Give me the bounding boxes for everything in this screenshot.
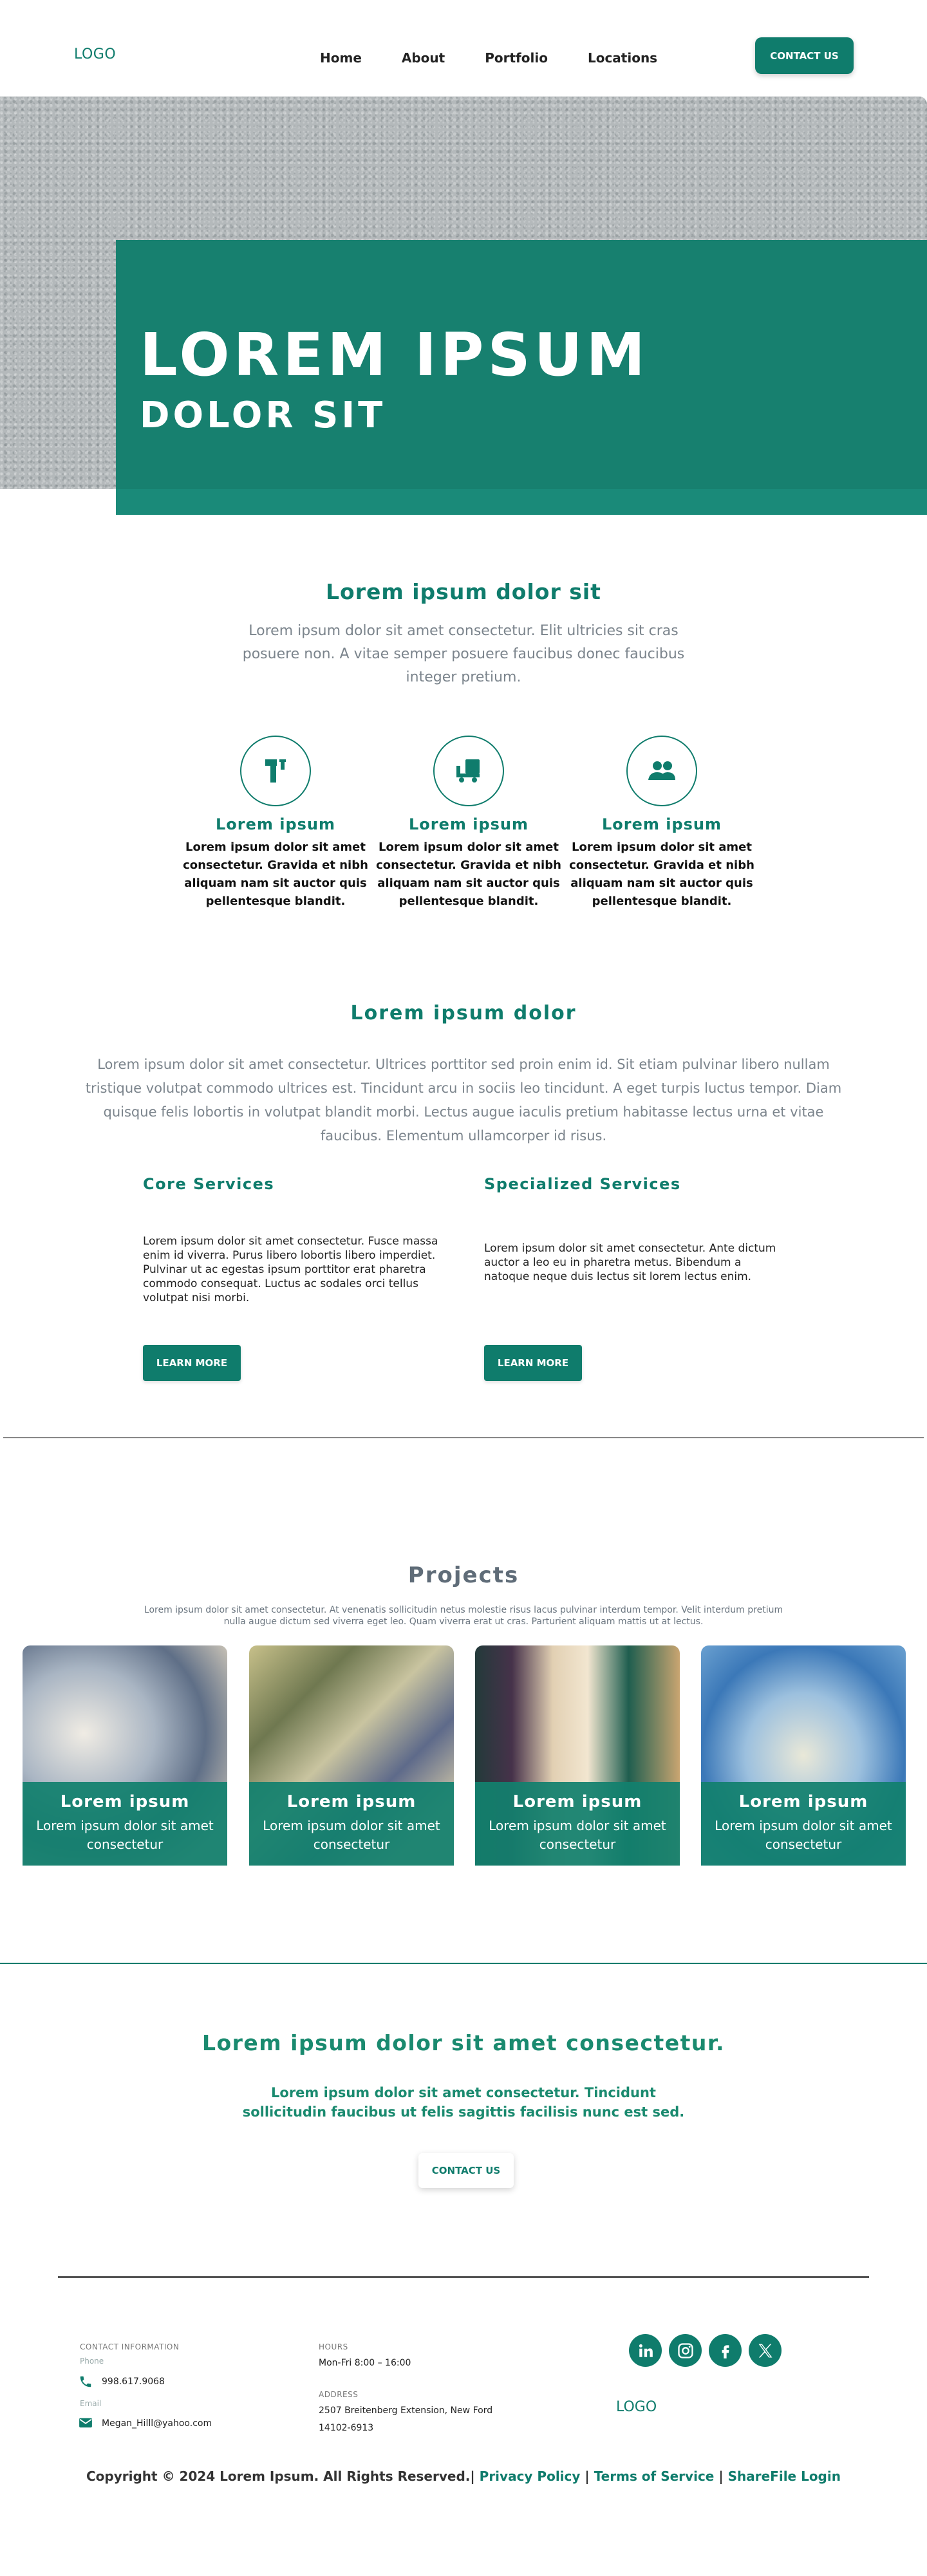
site-logo[interactable]: LOGO — [74, 46, 116, 62]
services-text: Lorem ipsum dolor sit amet consectetur. … — [85, 1057, 842, 1144]
phone-label: Phone — [80, 2357, 104, 2366]
project-card-overlay: Lorem ipsum Lorem ipsum dolor sit amet c… — [23, 1782, 227, 1866]
feature-title: Lorem ipsum — [408, 815, 529, 833]
nav-portfolio[interactable]: Portfolio — [485, 50, 548, 66]
feature-text: Lorem ipsum dolor sit amet consectetur. … — [376, 840, 561, 908]
project-card[interactable]: Lorem ipsum Lorem ipsum dolor sit amet c… — [475, 1645, 680, 1866]
nav-home[interactable]: Home — [320, 50, 362, 66]
privacy-policy-link[interactable]: Privacy Policy — [480, 2469, 581, 2484]
copyright-bar: Copyright © 2024 Lorem Ipsum. All Rights… — [0, 2469, 927, 2484]
projects-text: Lorem ipsum dolor sit amet consectetur. … — [144, 1605, 783, 1627]
core-services-text: Lorem ipsum dolor sit amet consectetur. … — [143, 1235, 438, 1304]
project-card[interactable]: Lorem ipsum Lorem ipsum dolor sit amet c… — [701, 1645, 906, 1866]
delivery-truck-icon — [433, 736, 504, 806]
phone-icon — [80, 2376, 91, 2387]
hours-label: HOURS — [319, 2342, 348, 2351]
features-row: Lorem ipsum Lorem ipsum dolor sit amet c… — [179, 736, 758, 916]
cta-contact-button[interactable]: CONTACT US — [418, 2153, 514, 2188]
email-label: Email — [80, 2399, 102, 2408]
services-title: Lorem ipsum dolor — [350, 1002, 577, 1024]
divider — [0, 1963, 927, 1964]
intro-title: Lorem ipsum dolor sit — [326, 579, 601, 604]
specialized-services: Specialized Services Lorem ipsum dolor s… — [484, 1175, 780, 1381]
specialized-services-title: Specialized Services — [484, 1175, 681, 1193]
nav-about[interactable]: About — [402, 50, 445, 66]
feature-text: Lorem ipsum dolor sit amet consectetur. … — [569, 840, 754, 908]
intro-text: Lorem ipsum dolor sit amet consectetur. … — [242, 623, 685, 685]
specialized-services-text: Lorem ipsum dolor sit amet consectetur. … — [484, 1242, 776, 1283]
project-card-title: Lorem ipsum — [738, 1792, 868, 1812]
feature-title: Lorem ipsum — [215, 815, 336, 833]
project-card-text: Lorem ipsum dolor sit amet consectetur — [36, 1818, 214, 1852]
projects-title: Projects — [407, 1562, 520, 1588]
project-card-title: Lorem ipsum — [60, 1792, 190, 1812]
divider — [3, 1437, 924, 1438]
hero-subtitle: DOLOR SIT — [140, 394, 386, 436]
project-card-text: Lorem ipsum dolor sit amet consectetur — [263, 1818, 440, 1852]
feature-title: Lorem ipsum — [601, 815, 722, 833]
sharefile-login-link[interactable]: ShareFile Login — [728, 2469, 841, 2484]
project-card-overlay: Lorem ipsum Lorem ipsum dolor sit amet c… — [475, 1782, 680, 1866]
hours-value: Mon-Fri 8:00 – 16:00 — [319, 2358, 411, 2368]
feature-item: Lorem ipsum Lorem ipsum dolor sit amet c… — [372, 736, 565, 911]
contact-info-label: CONTACT INFORMATION — [80, 2342, 180, 2351]
instagram-icon[interactable] — [669, 2334, 702, 2367]
project-card-title: Lorem ipsum — [512, 1792, 642, 1812]
core-services: Core Services Lorem ipsum dolor sit amet… — [143, 1175, 439, 1381]
facebook-icon[interactable] — [709, 2334, 742, 2367]
project-card-title: Lorem ipsum — [286, 1792, 417, 1812]
project-card-overlay: Lorem ipsum Lorem ipsum dolor sit amet c… — [249, 1782, 454, 1866]
footer-logo[interactable]: LOGO — [616, 2399, 657, 2415]
project-card-overlay: Lorem ipsum Lorem ipsum dolor sit amet c… — [701, 1782, 906, 1866]
core-services-title: Core Services — [143, 1175, 275, 1193]
feature-item: Lorem ipsum Lorem ipsum dolor sit amet c… — [565, 736, 758, 911]
cta-title: Lorem ipsum dolor sit amet consectetur. — [201, 2030, 726, 2055]
separator: | — [718, 2469, 724, 2484]
project-card-text: Lorem ipsum dolor sit amet consectetur — [715, 1818, 892, 1852]
email-icon — [79, 2418, 92, 2428]
main-nav: Home About Portfolio Locations — [320, 50, 697, 66]
tools-icon — [240, 736, 311, 806]
divider — [58, 2276, 869, 2278]
address-line-1: 2507 Breitenberg Extension, New Ford — [319, 2405, 493, 2416]
hero-panel: LOREM IPSUM DOLOR SIT — [116, 240, 927, 515]
people-icon — [626, 736, 697, 806]
terms-of-service-link[interactable]: Terms of Service — [594, 2469, 715, 2484]
address-label: ADDRESS — [319, 2390, 359, 2399]
feature-item: Lorem ipsum Lorem ipsum dolor sit amet c… — [179, 736, 372, 911]
project-card[interactable]: Lorem ipsum Lorem ipsum dolor sit amet c… — [23, 1645, 227, 1866]
learn-more-button[interactable]: LEARN MORE — [143, 1345, 241, 1381]
nav-locations[interactable]: Locations — [588, 50, 657, 66]
phone-number[interactable]: 998.617.9068 — [102, 2377, 165, 2387]
email-address[interactable]: Megan_Hilll@yahoo.com — [102, 2418, 212, 2429]
feature-text: Lorem ipsum dolor sit amet consectetur. … — [183, 840, 368, 908]
site-header: LOGO Home About Portfolio Locations CONT… — [0, 0, 927, 97]
contact-us-button[interactable]: CONTACT US — [755, 37, 854, 74]
project-card-text: Lorem ipsum dolor sit amet consectetur — [489, 1818, 666, 1852]
x-icon[interactable] — [749, 2334, 782, 2367]
learn-more-button[interactable]: LEARN MORE — [484, 1345, 582, 1381]
social-links — [629, 2334, 782, 2367]
project-card[interactable]: Lorem ipsum Lorem ipsum dolor sit amet c… — [249, 1645, 454, 1866]
cta-text: Lorem ipsum dolor sit amet consectetur. … — [242, 2085, 685, 2120]
hero-panel-strip — [116, 489, 927, 515]
separator: | — [585, 2469, 590, 2484]
linkedin-icon[interactable] — [629, 2334, 662, 2367]
copyright-text: Copyright © 2024 Lorem Ipsum. All Rights… — [86, 2469, 475, 2484]
address-line-2: 14102-6913 — [319, 2423, 374, 2433]
hero-title: LOREM IPSUM — [140, 320, 649, 389]
